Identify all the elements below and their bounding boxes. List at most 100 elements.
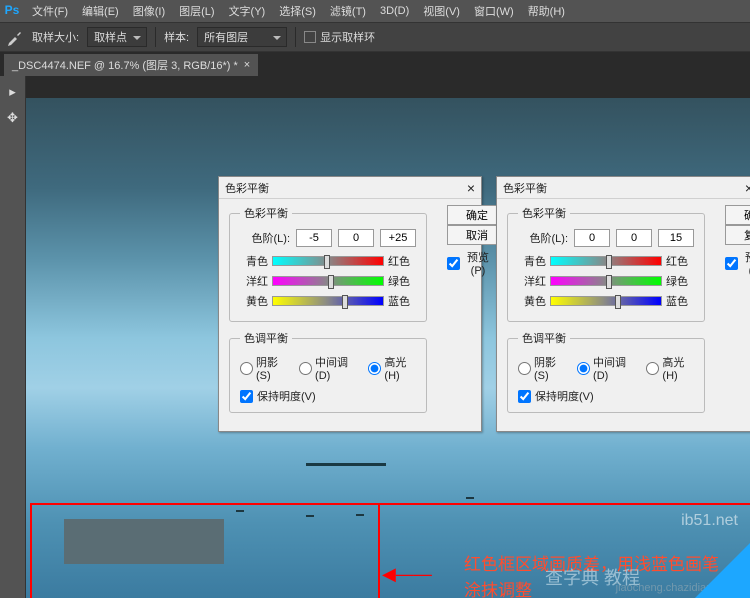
slider-left-cyan: 青色 [240, 253, 268, 269]
checkbox-label: 保持明度(V) [257, 388, 316, 404]
menu-view[interactable]: 视图(V) [417, 0, 466, 22]
preview-checkbox[interactable] [447, 257, 460, 270]
slider-right-blue: 蓝色 [666, 293, 694, 309]
highlights-radio[interactable]: 高光(H) [368, 354, 416, 382]
radio-input[interactable] [646, 362, 659, 375]
level-input-1[interactable] [574, 229, 610, 247]
boat-shape [306, 463, 386, 466]
dialog-title: 色彩平衡 [503, 180, 547, 196]
radio-input[interactable] [240, 362, 253, 375]
slider-right-red: 红色 [666, 253, 694, 269]
preview-label: 预览(P) [463, 249, 493, 277]
close-icon[interactable]: × [467, 180, 475, 196]
group-label: 色调平衡 [240, 330, 292, 346]
menu-file[interactable]: 文件(F) [26, 0, 74, 22]
ps-logo: Ps [4, 3, 20, 19]
midtones-radio[interactable]: 中间调(D) [577, 354, 634, 382]
separator [295, 27, 296, 47]
close-icon[interactable]: × [745, 180, 750, 196]
bird-shape [236, 510, 244, 512]
menu-edit[interactable]: 编辑(E) [76, 0, 125, 22]
slider-yellow-blue[interactable] [272, 296, 384, 306]
show-ring-checkbox[interactable] [304, 31, 316, 43]
sample-dropdown[interactable]: 所有图层 [197, 27, 287, 47]
menu-select[interactable]: 选择(S) [273, 0, 322, 22]
color-balance-group: 色彩平衡 色阶(L): 青色红色 洋红绿色 黄色蓝色 [507, 205, 705, 322]
slider-left-yellow: 黄色 [240, 293, 268, 309]
watermark: ib51.net [681, 512, 738, 530]
bird-shape [356, 514, 364, 516]
menu-window[interactable]: 窗口(W) [468, 0, 520, 22]
highlights-radio[interactable]: 高光(H) [646, 354, 694, 382]
radio-label: 阴影(S) [256, 354, 287, 382]
annotation-arrow-icon: ◀—— [382, 564, 432, 585]
slider-cyan-red[interactable] [550, 256, 662, 266]
preserve-luminosity[interactable]: 保持明度(V) [240, 388, 416, 404]
slider-left-magenta: 洋红 [518, 273, 546, 289]
slider-yellow-blue[interactable] [550, 296, 662, 306]
level-input-3[interactable] [380, 229, 416, 247]
radio-input[interactable] [577, 362, 590, 375]
separator [155, 27, 156, 47]
bird-shape [466, 497, 474, 499]
sample-size-label: 取样大小: [32, 29, 79, 45]
sample-value: 所有图层 [204, 29, 248, 45]
slider-right-red: 红色 [388, 253, 416, 269]
checkbox-input[interactable] [240, 390, 253, 403]
menu-filter[interactable]: 滤镜(T) [324, 0, 372, 22]
preview-label: 预览(P) [741, 249, 750, 277]
shadows-radio[interactable]: 阴影(S) [240, 354, 287, 382]
group-label: 色彩平衡 [240, 205, 292, 221]
slider-left-magenta: 洋红 [240, 273, 268, 289]
ok-button[interactable]: 确定 [725, 205, 750, 225]
tool-move-icon[interactable]: ✥ [3, 108, 23, 128]
slider-right-green: 绿色 [388, 273, 416, 289]
show-ring-option[interactable]: 显示取样环 [304, 29, 375, 45]
slider-cyan-red[interactable] [272, 256, 384, 266]
sample-size-dropdown[interactable]: 取样点 [87, 27, 147, 47]
group-label: 色彩平衡 [518, 205, 570, 221]
reset-button[interactable]: 复位 [725, 225, 750, 245]
slider-right-green: 绿色 [666, 273, 694, 289]
tone-balance-group: 色调平衡 阴影(S) 中间调(D) 高光(H) 保持明度(V) [507, 330, 705, 413]
color-balance-dialog-2: 色彩平衡 × 色彩平衡 色阶(L): 青色红色 洋红绿色 [496, 176, 750, 432]
menu-bar: Ps 文件(F) 编辑(E) 图像(I) 图层(L) 文字(Y) 选择(S) 滤… [0, 0, 750, 22]
checkbox-input[interactable] [518, 390, 531, 403]
shadows-radio[interactable]: 阴影(S) [518, 354, 565, 382]
level-label: 色阶(L): [240, 230, 290, 246]
radio-label: 高光(H) [384, 354, 416, 382]
menu-3d[interactable]: 3D(D) [374, 2, 415, 20]
preserve-luminosity[interactable]: 保持明度(V) [518, 388, 694, 404]
tool-strip: ▸ ✥ [0, 76, 26, 598]
tool-arrow-icon[interactable]: ▸ [3, 82, 23, 102]
radio-input[interactable] [518, 362, 531, 375]
radio-input[interactable] [368, 362, 381, 375]
preview-checkbox[interactable] [725, 257, 738, 270]
menu-help[interactable]: 帮助(H) [522, 0, 571, 22]
level-input-2[interactable] [338, 229, 374, 247]
work-area: ▸ ✥ ◀—— 红色框区域画质差，用浅蓝色画笔 涂抹调整 ib51.net 查字… [0, 76, 750, 598]
color-balance-dialog-1: 色彩平衡 × 色彩平衡 色阶(L): 青色 红色 洋红 绿色 [218, 176, 482, 432]
level-input-1[interactable] [296, 229, 332, 247]
canvas[interactable]: ◀—— 红色框区域画质差，用浅蓝色画笔 涂抹调整 ib51.net 查字典 教程… [26, 76, 750, 598]
level-input-2[interactable] [616, 229, 652, 247]
bird-shape [546, 503, 554, 505]
radio-input[interactable] [299, 362, 312, 375]
eyedropper-icon[interactable] [6, 28, 24, 46]
midtones-radio[interactable]: 中间调(D) [299, 354, 356, 382]
dialog-titlebar[interactable]: 色彩平衡 × [497, 177, 750, 199]
document-tab[interactable]: _DSC4474.NEF @ 16.7% (图层 3, RGB/16*) * × [4, 54, 258, 76]
close-icon[interactable]: × [244, 59, 250, 71]
dialog-titlebar[interactable]: 色彩平衡 × [219, 177, 481, 199]
slider-left-cyan: 青色 [518, 253, 546, 269]
menu-image[interactable]: 图像(I) [127, 0, 171, 22]
slider-magenta-green[interactable] [272, 276, 384, 286]
menu-layer[interactable]: 图层(L) [173, 0, 220, 22]
level-input-3[interactable] [658, 229, 694, 247]
menu-type[interactable]: 文字(Y) [223, 0, 272, 22]
document-tab-title: _DSC4474.NEF @ 16.7% (图层 3, RGB/16*) * [12, 57, 238, 73]
bird-shape [306, 515, 314, 517]
radio-label: 高光(H) [662, 354, 694, 382]
slider-magenta-green[interactable] [550, 276, 662, 286]
dialog-title: 色彩平衡 [225, 180, 269, 196]
